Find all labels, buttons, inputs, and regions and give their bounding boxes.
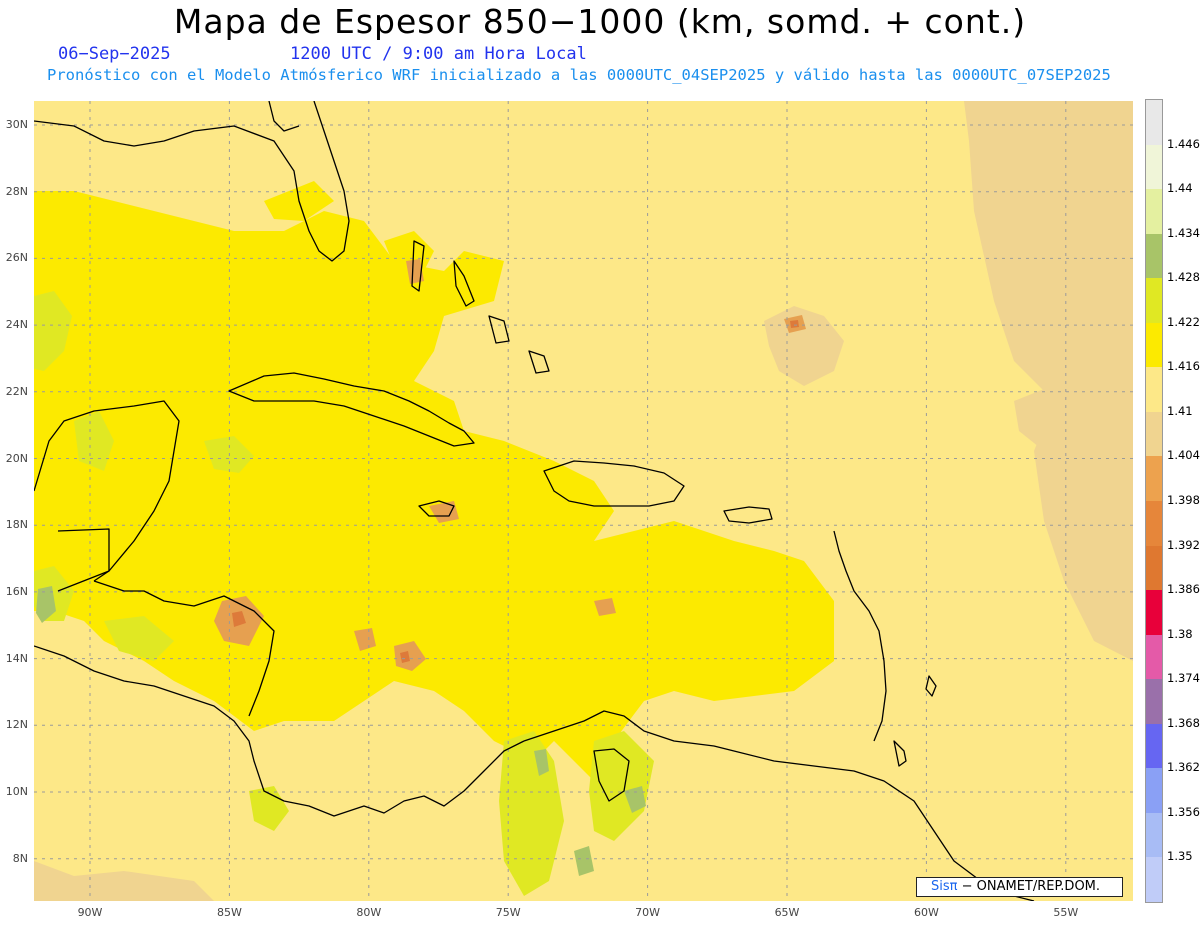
legend-color-box [1146, 590, 1162, 636]
forecast-description: Pronóstico con el Modelo Atmósferico WRF… [47, 66, 1111, 84]
legend-value-label: 1.38 [1167, 626, 1193, 641]
latitude-tick-label: 20N [5, 451, 28, 465]
legend-value-label: 1.374 [1167, 671, 1200, 686]
legend-value-label: 1.422 [1167, 314, 1200, 329]
color-scale-legend [1145, 99, 1163, 903]
longitude-tick-label: 75W [495, 906, 521, 919]
credit-org: ONAMET/REP.DOM. [976, 879, 1101, 894]
latitude-tick-label: 14N [5, 651, 28, 665]
legend-value-label: 1.416 [1167, 359, 1200, 374]
longitude-tick-label: 70W [635, 906, 661, 919]
latitude-tick-label: 10N [5, 785, 28, 798]
map-canvas [34, 101, 1133, 901]
legend-color-box [1146, 501, 1162, 546]
legend-color-box [1146, 812, 1162, 858]
map-title: Mapa de Espesor 850−1000 (km, somd. + co… [173, 2, 1027, 41]
latitude-tick-label: 16N [5, 584, 28, 598]
latitude-tick-label: 28N [5, 184, 28, 198]
legend-color-box [1146, 189, 1162, 235]
legend-color-box [1146, 634, 1162, 680]
latitude-tick-label: 12N [5, 718, 28, 732]
legend-color-box [1146, 679, 1162, 725]
thickness-map [34, 101, 1133, 901]
legend-color-box [1146, 233, 1162, 279]
legend-color-box [1146, 545, 1162, 591]
legend-color-box [1146, 144, 1162, 190]
legend-color-box [1146, 723, 1162, 769]
legend-value-label: 1.35 [1167, 849, 1193, 864]
forecast-date: 06−Sep−2025 [58, 44, 171, 64]
legend-value-label: 1.446 [1167, 136, 1200, 151]
legend-value-label: 1.44 [1167, 181, 1193, 196]
credit-brand: Sisπ [931, 879, 958, 894]
latitude-tick-label: 8N [12, 851, 28, 865]
legend-value-label: 1.428 [1167, 270, 1200, 285]
forecast-time: 1200 UTC / 9:00 am Hora Local [290, 44, 587, 64]
longitude-tick-label: 85W [216, 906, 242, 919]
legend-value-label: 1.386 [1167, 582, 1200, 597]
legend-color-box [1146, 857, 1162, 903]
longitude-tick-label: 80W [356, 906, 382, 919]
legend-value-label: 1.392 [1167, 537, 1200, 552]
credit-separator: − [957, 879, 977, 894]
legend-color-box [1146, 278, 1162, 324]
latitude-tick-label: 18N [5, 518, 28, 532]
latitude-tick-label: 26N [5, 251, 28, 265]
legend-value-label: 1.404 [1167, 448, 1200, 463]
legend-value-label: 1.398 [1167, 493, 1200, 507]
legend-color-box [1146, 100, 1162, 145]
legend-value-label: 1.41 [1167, 403, 1193, 418]
legend-value-label: 1.368 [1167, 715, 1200, 730]
credit-box: Sisπ − ONAMET/REP.DOM. [916, 877, 1123, 897]
legend-color-box [1146, 322, 1162, 368]
longitude-tick-label: 55W [1053, 906, 1079, 919]
legend-color-box [1146, 367, 1162, 413]
latitude-tick-label: 30N [5, 118, 28, 131]
legend-value-label: 1.356 [1167, 804, 1200, 819]
longitude-tick-label: 65W [774, 906, 800, 919]
longitude-tick-label: 90W [77, 906, 103, 919]
latitude-tick-label: 22N [5, 384, 28, 398]
longitude-tick-label: 60W [913, 906, 939, 919]
latitude-tick-label: 24N [5, 318, 28, 332]
legend-color-box [1146, 411, 1162, 457]
legend-value-label: 1.434 [1167, 225, 1200, 240]
legend-color-box [1146, 456, 1162, 502]
legend-value-label: 1.362 [1167, 760, 1200, 775]
legend-color-box [1146, 768, 1162, 814]
